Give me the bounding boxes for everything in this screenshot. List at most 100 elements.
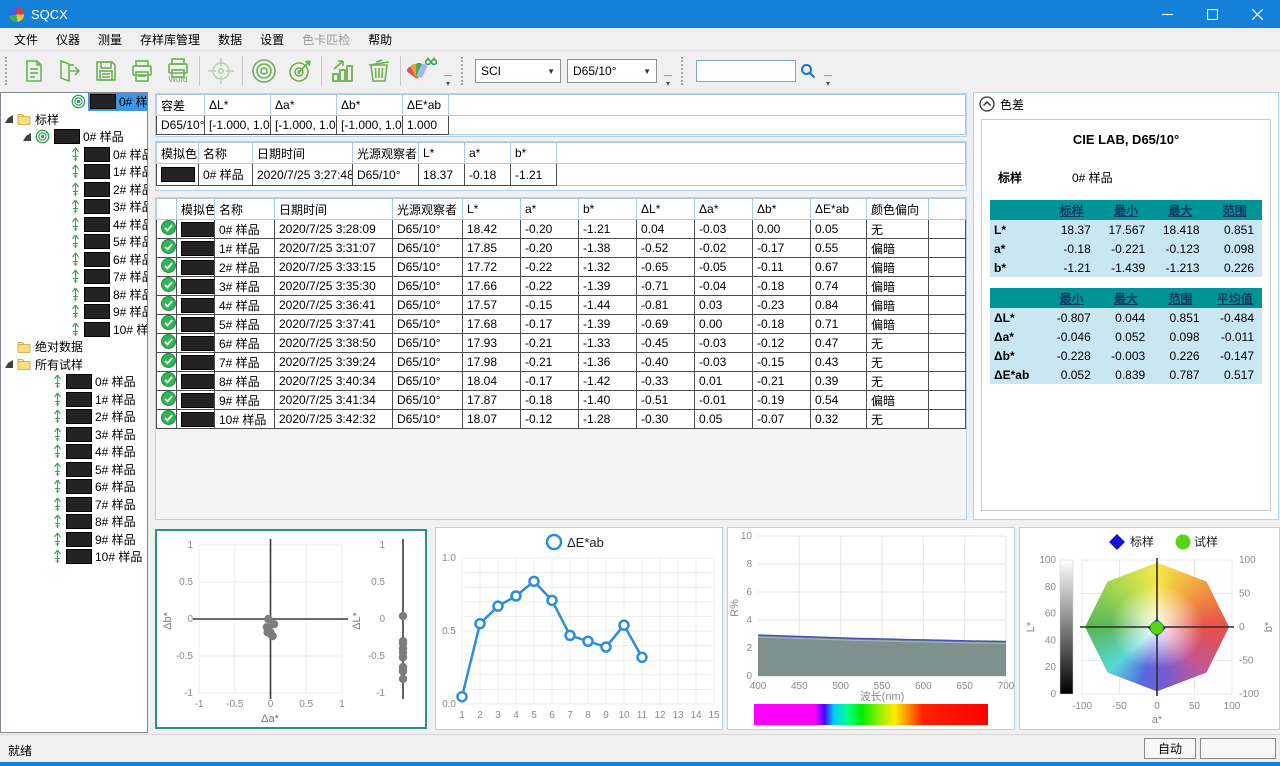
search-icon[interactable] — [800, 63, 816, 79]
tree-item-0# 样品[interactable]: 0# 样品 — [1, 128, 147, 146]
column-header[interactable]: 容差 — [157, 95, 205, 116]
column-header[interactable]: 名称 — [199, 143, 253, 164]
calibrate-button[interactable] — [246, 53, 282, 89]
column-header[interactable]: Δa* — [695, 199, 753, 220]
search-input[interactable] — [696, 60, 796, 82]
column-header[interactable]: 颜色偏向 — [867, 199, 929, 220]
tree-item-8# 样品[interactable]: 8# 样品 — [1, 513, 147, 531]
minimize-button[interactable] — [1145, 0, 1190, 28]
column-header[interactable]: 光源观察者 — [393, 199, 463, 220]
tree-item-0# 样品[interactable]: 0# 样品 — [1, 373, 147, 391]
toolbar-grip[interactable] — [5, 57, 13, 85]
tree-item-5# 样品[interactable]: 5# 样品 — [1, 233, 147, 251]
column-header[interactable]: ΔE*ab — [811, 199, 867, 220]
illuminant-dropdown[interactable]: D65/10°▼ — [567, 59, 657, 83]
column-header[interactable]: 最大 — [1099, 288, 1153, 308]
tree-item-8# 样品[interactable]: 8# 样品 — [1, 286, 147, 304]
sample-row[interactable]: 10# 样品2020/7/25 3:42:32D65/10°18.07-0.12… — [157, 410, 966, 429]
column-header[interactable]: Δb* — [337, 95, 403, 116]
tree-item-9# 样品[interactable]: 9# 样品 — [1, 531, 147, 549]
tree-expander-icon[interactable] — [5, 360, 13, 368]
column-header[interactable]: 最小 — [1099, 200, 1153, 220]
column-header[interactable]: 名称 — [215, 199, 275, 220]
menu-测量[interactable]: 测量 — [89, 29, 131, 50]
toolbar-grip[interactable] — [461, 57, 469, 85]
sample-row[interactable]: 8# 样品2020/7/25 3:40:34D65/10°18.04-0.17-… — [157, 372, 966, 391]
sample-row[interactable]: 1# 样品2020/7/25 3:31:07D65/10°17.85-0.20-… — [157, 239, 966, 258]
tree-item-9# 样品[interactable]: 9# 样品 — [1, 303, 147, 321]
sample-row[interactable]: 9# 样品2020/7/25 3:41:34D65/10°17.87-0.18-… — [157, 391, 966, 410]
spectral-panel[interactable]: 0246810400450500550600650700波长(nm)R% — [727, 527, 1015, 730]
tree-item-2# 样品[interactable]: 2# 样品 — [1, 408, 147, 426]
menu-存样库管理[interactable]: 存样库管理 — [131, 29, 209, 50]
column-header[interactable] — [557, 143, 966, 164]
tree-item-3# 样品[interactable]: 3# 样品 — [1, 426, 147, 444]
tree-item-4# 样品[interactable]: 4# 样品 — [1, 443, 147, 461]
column-header[interactable]: a* — [521, 199, 579, 220]
sample-row[interactable]: 7# 样品2020/7/25 3:39:24D65/10°17.98-0.21-… — [157, 353, 966, 372]
export-button[interactable] — [52, 53, 88, 89]
column-header[interactable] — [449, 95, 966, 116]
tree-item-1# 样品[interactable]: 1# 样品 — [1, 163, 147, 181]
column-header[interactable]: 日期时间 — [275, 199, 393, 220]
column-header[interactable]: 最小 — [1044, 288, 1098, 308]
tree-item-10# 样品[interactable]: 10# 样品 — [1, 548, 147, 566]
column-header[interactable]: 光源观察者 — [353, 143, 419, 164]
sample-row[interactable]: 2# 样品2020/7/25 3:33:15D65/10°17.72-0.22-… — [157, 258, 966, 277]
tree-item-6# 样品[interactable]: 6# 样品 — [1, 251, 147, 269]
toolbar-overflow-icon[interactable]: —▾ — [662, 72, 674, 88]
column-header[interactable]: a* — [465, 143, 511, 164]
column-header[interactable]: 标样 — [1044, 200, 1098, 220]
tree-item-4# 样品[interactable]: 4# 样品 — [1, 216, 147, 234]
locate-crosshair-button[interactable] — [203, 53, 239, 89]
toolbar-overflow-icon[interactable]: —▾ — [442, 72, 454, 88]
delete-trash-button[interactable] — [361, 53, 397, 89]
tree-item-2# 样品[interactable]: 2# 样品 — [1, 181, 147, 199]
tree-expander-icon[interactable] — [5, 115, 13, 123]
tree-item-10# 样品[interactable]: 10# 样品 — [1, 321, 147, 339]
print-button[interactable] — [124, 53, 160, 89]
sample-row[interactable]: 6# 样品2020/7/25 3:38:50D65/10°17.93-0.21-… — [157, 334, 966, 353]
column-header[interactable]: ΔE*ab — [403, 95, 449, 116]
tree-item-0# 样品[interactable]: 0# 样品 — [1, 146, 147, 164]
tree-item-0# 样品[interactable]: 0# 样品 — [1, 93, 147, 111]
tree-item-1# 样品[interactable]: 1# 样品 — [1, 391, 147, 409]
statistics-button[interactable] — [325, 53, 361, 89]
measure-target-button[interactable] — [282, 53, 318, 89]
collapse-chevron-icon[interactable] — [979, 96, 995, 112]
tree-item-标样[interactable]: 标样 — [1, 111, 147, 129]
save-button[interactable] — [88, 53, 124, 89]
menu-设置[interactable]: 设置 — [251, 29, 293, 50]
tree-item-3# 样品[interactable]: 3# 样品 — [1, 198, 147, 216]
toolbar-grip[interactable] — [681, 57, 689, 85]
menu-文件[interactable]: 文件 — [5, 29, 47, 50]
column-header[interactable] — [157, 199, 177, 220]
new-document-button[interactable] — [16, 53, 52, 89]
column-header[interactable]: L* — [463, 199, 521, 220]
mode-dropdown[interactable]: SCI▼ — [475, 59, 561, 83]
de-trend-panel[interactable]: 1234567891011121314150.00.51.0ΔE*ab — [435, 527, 723, 730]
column-header[interactable]: Δb* — [753, 199, 811, 220]
lab-wheel-panel[interactable]: 100806040200L*100500-50-100b*-100-500501… — [1019, 527, 1280, 730]
column-header[interactable]: 范围 — [1208, 200, 1262, 220]
column-header[interactable] — [990, 288, 1044, 308]
menu-帮助[interactable]: 帮助 — [359, 29, 401, 50]
column-header[interactable]: b* — [579, 199, 637, 220]
sample-row[interactable]: 5# 样品2020/7/25 3:37:41D65/10°17.68-0.17-… — [157, 315, 966, 334]
column-header[interactable]: 范围 — [1153, 288, 1207, 308]
column-header[interactable]: 模拟色 — [157, 143, 199, 164]
sample-row[interactable]: 3# 样品2020/7/25 3:35:30D65/10°17.66-0.22-… — [157, 277, 966, 296]
column-header[interactable]: b* — [511, 143, 557, 164]
column-header[interactable]: ΔL* — [205, 95, 271, 116]
column-header[interactable]: 平均值 — [1208, 288, 1262, 308]
auto-button[interactable]: 自动 — [1144, 738, 1196, 759]
column-header[interactable] — [929, 199, 966, 220]
tree-item-5# 样品[interactable]: 5# 样品 — [1, 461, 147, 479]
maximize-button[interactable] — [1190, 0, 1235, 28]
toolbar-overflow-icon[interactable]: —▾ — [822, 72, 834, 88]
dab-dl-scatter-panel[interactable]: -1-1-0.5-0.5000.50.511Δa*Δb*-1-0.500.51Δ… — [155, 529, 427, 729]
close-button[interactable] — [1235, 0, 1280, 28]
tree-item-绝对数据[interactable]: 绝对数据 — [1, 338, 147, 356]
column-header[interactable]: Δa* — [271, 95, 337, 116]
sample-row[interactable]: 4# 样品2020/7/25 3:36:41D65/10°17.57-0.15-… — [157, 296, 966, 315]
